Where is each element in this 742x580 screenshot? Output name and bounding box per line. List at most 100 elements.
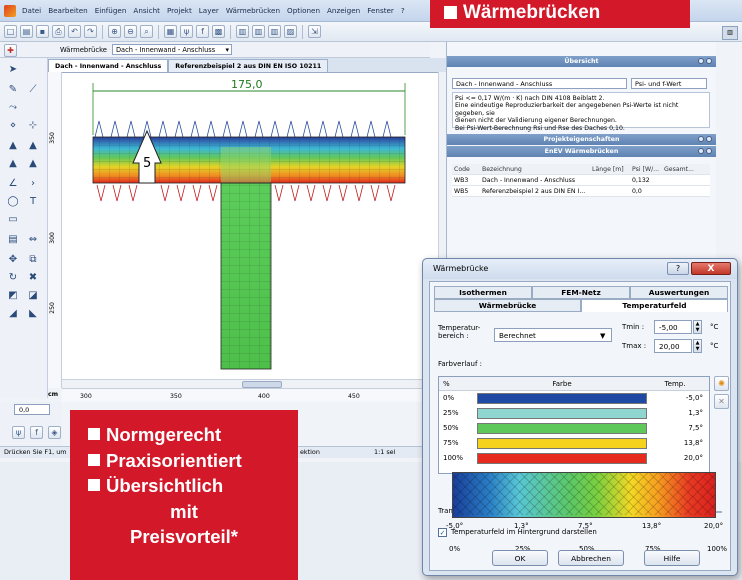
color-row[interactable]: 25% 1,3° xyxy=(439,406,709,421)
zoom-in-icon[interactable]: ⊕ xyxy=(108,25,121,38)
text-tool-icon[interactable]: T xyxy=(24,194,42,208)
ok-button[interactable]: OK xyxy=(492,550,548,566)
color-row[interactable]: 50% 7,5° xyxy=(439,421,709,436)
tab-auswertungen[interactable]: Auswertungen xyxy=(630,286,728,299)
transparency-input[interactable]: 0 xyxy=(500,504,528,518)
color-swatch[interactable] xyxy=(477,423,647,434)
cancel-button[interactable]: Abbrechen xyxy=(558,550,624,566)
overview-value-select[interactable]: Psi- und f-Wert xyxy=(631,78,707,89)
table-row[interactable]: WB5 Referenzbeispiel 2 aus DIN EN I... 0… xyxy=(452,186,710,197)
panel-pin-icon[interactable] xyxy=(698,58,704,64)
pen-icon[interactable]: ✎ xyxy=(4,82,22,96)
menu-item[interactable]: Projekt xyxy=(167,6,192,15)
menu-item[interactable]: Wärmebrücken xyxy=(226,6,280,15)
dim-icon[interactable]: ⇔ xyxy=(24,232,42,246)
hatch2-icon[interactable]: ◣ xyxy=(24,306,42,320)
rect-icon[interactable]: ▭ xyxy=(4,212,22,226)
line-tool-icon[interactable]: ⟋ xyxy=(24,82,42,96)
color-row[interactable]: 100% 20,0° xyxy=(439,451,709,466)
help-dialog-button[interactable]: Hilfe xyxy=(644,550,700,566)
menu-item[interactable]: Ansicht xyxy=(133,6,160,15)
close-button[interactable]: X xyxy=(691,262,731,275)
report2-icon[interactable]: ▥ xyxy=(252,25,265,38)
mirror2-icon[interactable]: ◪ xyxy=(24,288,42,302)
menu-item[interactable]: Anzeigen xyxy=(327,6,360,15)
color-row[interactable]: 0% -5,0° xyxy=(439,391,709,406)
drawing-canvas[interactable]: 175,0 5 xyxy=(48,72,446,388)
coordinate-field[interactable]: 0,0 xyxy=(14,404,50,415)
pointer-icon[interactable]: ➤ xyxy=(4,62,22,76)
print-icon[interactable]: ⎙ xyxy=(52,25,65,38)
menu-item[interactable]: Datei xyxy=(22,6,41,15)
panel-pin-icon[interactable] xyxy=(698,148,704,154)
panel-pin-icon[interactable] xyxy=(698,136,704,142)
range-select[interactable]: Berechnet xyxy=(494,328,612,342)
menu-item[interactable]: Optionen xyxy=(287,6,320,15)
hatch-icon[interactable]: ◢ xyxy=(4,306,22,320)
color-swatch[interactable] xyxy=(477,408,647,419)
table-row[interactable]: WB3 Dach - Innenwand - Anschluss 0,132 xyxy=(452,175,710,186)
fill2-icon[interactable]: ▲ xyxy=(24,138,42,152)
open-icon[interactable]: ▤ xyxy=(20,25,33,38)
tab-referenzbeispiel[interactable]: Referenzbeispiel 2 aus DIN EN ISO 10211 xyxy=(168,59,329,72)
fill4-icon[interactable]: ▲ xyxy=(24,156,42,170)
tab-dach-innenwand[interactable]: Dach - Innenwand - Anschluss xyxy=(48,59,169,72)
color-settings-icon[interactable]: ✺ xyxy=(714,376,729,391)
panel-close-icon[interactable] xyxy=(706,58,712,64)
add-icon[interactable]: ✚ xyxy=(4,44,17,57)
color-row[interactable]: 75% 13,8° xyxy=(439,436,709,451)
background-checkbox[interactable]: ✓ xyxy=(438,528,447,537)
menu-item[interactable]: ? xyxy=(401,6,405,15)
overview-name-field[interactable]: Dach - Innenwand - Anschluss xyxy=(452,78,627,89)
remove-color-icon[interactable]: ✕ xyxy=(714,394,729,409)
copy-icon[interactable]: ⧉ xyxy=(24,252,42,266)
transparency-stepper[interactable]: ▲ ▼ xyxy=(529,504,538,518)
report3-icon[interactable]: ▥ xyxy=(268,25,281,38)
psi-icon[interactable]: ψ xyxy=(180,25,193,38)
panel-close-icon[interactable] xyxy=(706,148,712,154)
rotate-icon[interactable]: ↻ xyxy=(4,270,22,284)
circle-icon[interactable]: ◯ xyxy=(4,194,22,208)
menu-item[interactable]: Fenster xyxy=(367,6,394,15)
node-icon[interactable]: ⋄ xyxy=(4,118,22,132)
angle-icon[interactable]: ∠ xyxy=(4,176,22,190)
menu-item[interactable]: Bearbeiten xyxy=(48,6,88,15)
fill3-icon[interactable]: ▲ xyxy=(4,156,22,170)
export-icon[interactable]: ⇲ xyxy=(308,25,321,38)
mirror-icon[interactable]: ◩ xyxy=(4,288,22,302)
layer-icon[interactable]: ▤ xyxy=(4,232,22,246)
redo-icon[interactable]: ↷ xyxy=(84,25,97,38)
tmin-input[interactable]: -5,00 xyxy=(654,320,692,334)
tmax-input[interactable]: 20,00 xyxy=(654,339,692,353)
transparency-slider-track[interactable] xyxy=(580,511,722,513)
mesh-icon[interactable]: ▦ xyxy=(164,25,177,38)
help-button[interactable]: ? xyxy=(667,262,689,275)
menu-item[interactable]: Einfügen xyxy=(95,6,127,15)
node2-icon[interactable]: ⊹ xyxy=(24,118,42,132)
polyline-icon[interactable]: ⤳ xyxy=(4,100,22,114)
delete-icon[interactable]: ✖ xyxy=(24,270,42,284)
zoom-out-icon[interactable]: ⊖ xyxy=(124,25,137,38)
tab-fem-netz[interactable]: FEM-Netz xyxy=(532,286,630,299)
color-swatch[interactable] xyxy=(477,438,647,449)
material-icon[interactable]: ▩ xyxy=(212,25,225,38)
zoom-fit-icon[interactable]: ⌕ xyxy=(140,25,153,38)
thermal-bridge-select[interactable]: Dach - Innenwand - Anschluss xyxy=(111,44,232,55)
psi-tool-icon[interactable]: ψ xyxy=(12,426,25,439)
undo-icon[interactable]: ↶ xyxy=(68,25,81,38)
tab-isothermen[interactable]: Isothermen xyxy=(434,286,532,299)
tmin-stepper[interactable]: ▲ ▼ xyxy=(693,320,702,334)
panel-close-icon[interactable] xyxy=(706,136,712,142)
tmax-stepper[interactable]: ▲ ▼ xyxy=(693,339,702,353)
layers-tool-icon[interactable]: ◈ xyxy=(48,426,61,439)
panel-toggle-icon[interactable]: ▥ xyxy=(722,26,738,40)
report-icon[interactable]: ▥ xyxy=(236,25,249,38)
color-swatch[interactable] xyxy=(477,393,647,404)
function-tool-icon[interactable]: f xyxy=(30,426,43,439)
color-swatch[interactable] xyxy=(477,453,647,464)
menu-item[interactable]: Layer xyxy=(199,6,219,15)
arrow-right-icon[interactable]: › xyxy=(24,176,42,190)
horizontal-scrollbar[interactable] xyxy=(62,379,446,388)
tab-waermebruecke[interactable]: Wärmebrücke xyxy=(434,299,581,312)
save-icon[interactable]: ▪ xyxy=(36,25,49,38)
